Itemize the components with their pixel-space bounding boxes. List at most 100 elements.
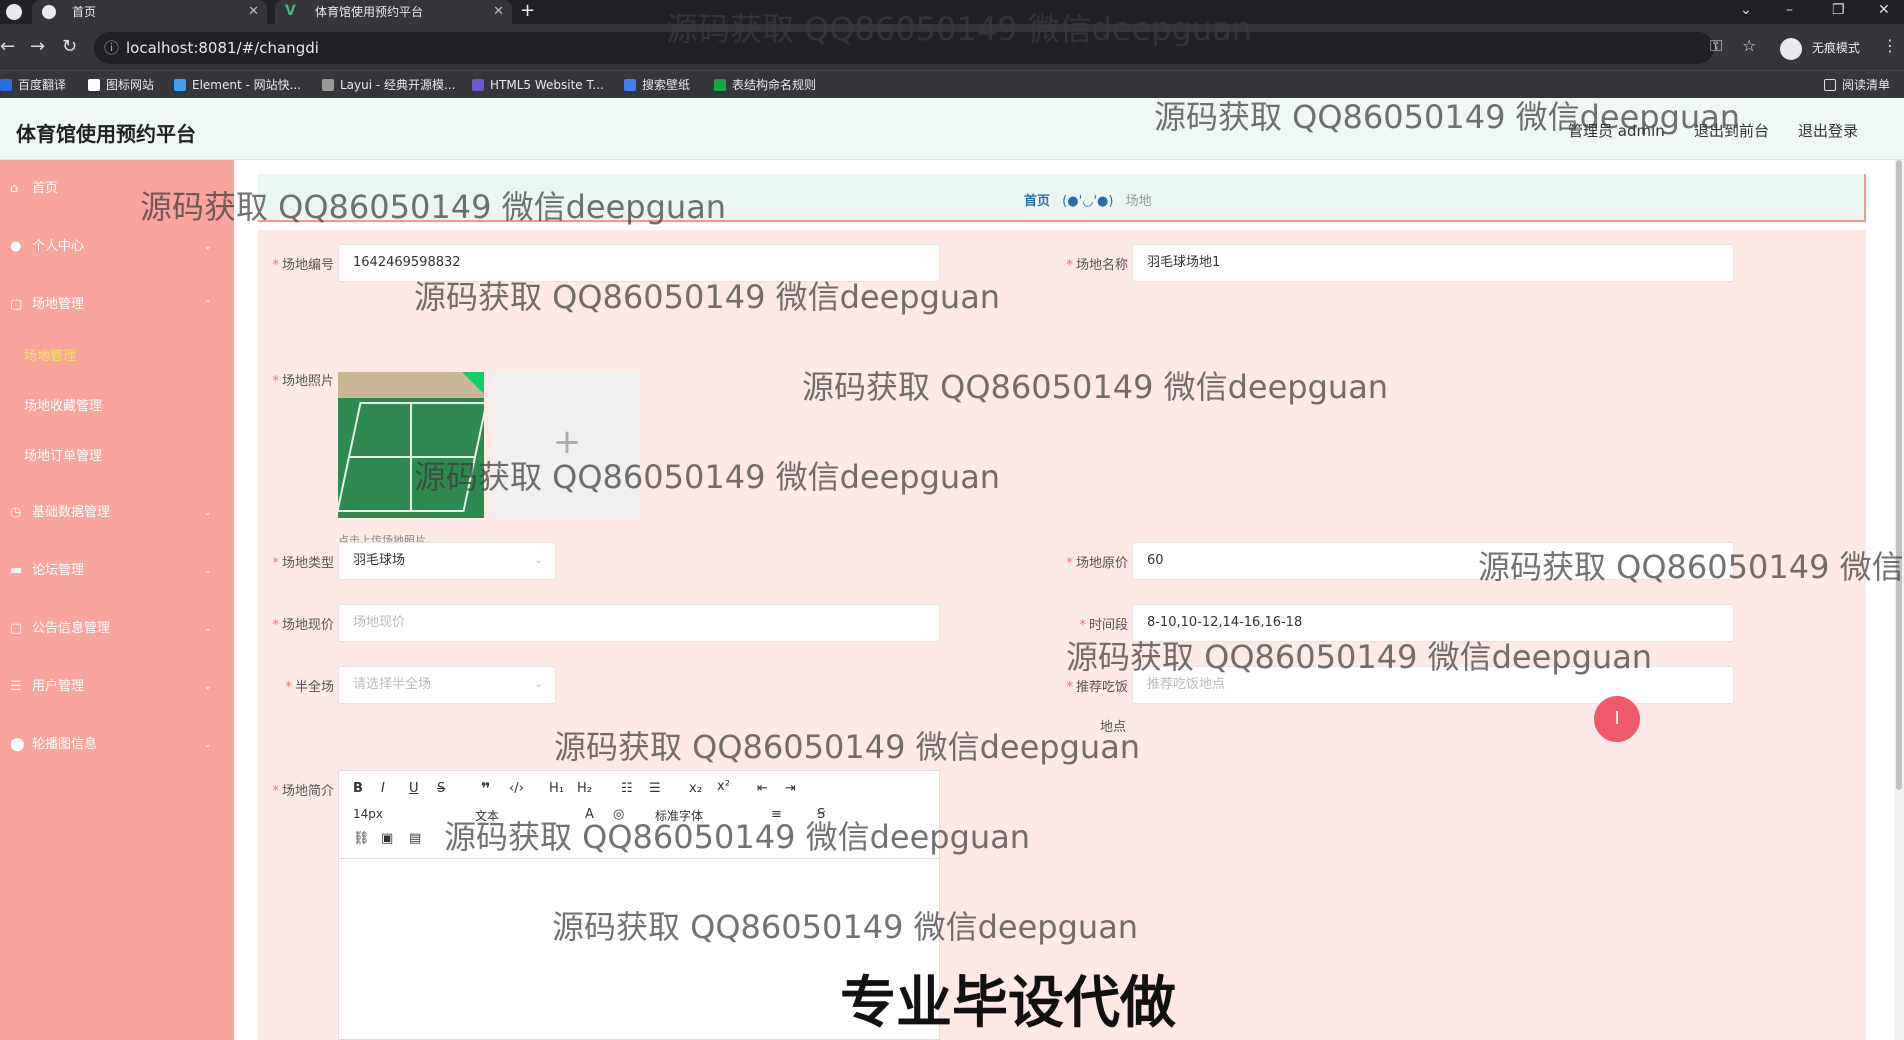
- star-icon[interactable]: ☆: [1742, 36, 1756, 55]
- sidebar-item-forum[interactable]: ▬ 论坛管理 ⌄: [0, 542, 234, 600]
- sidebar-item-carousel[interactable]: ⬤ 轮播图信息 ⌄: [0, 716, 234, 774]
- forward-icon[interactable]: →: [30, 36, 45, 57]
- name-input[interactable]: 羽毛球场地1: [1132, 244, 1734, 282]
- scrollbar-thumb[interactable]: [1896, 160, 1902, 790]
- half-select[interactable]: 请选择半全场 ⌄: [338, 666, 556, 704]
- bookmark-baidu-translate[interactable]: 百度翻译: [0, 71, 66, 99]
- close-icon[interactable]: ✕: [248, 0, 259, 24]
- sidebar-item-venue[interactable]: ▢ 场地管理 ⌃: [0, 276, 234, 334]
- restore-icon[interactable]: ❐: [1832, 0, 1845, 20]
- strike-icon[interactable]: S: [437, 781, 445, 796]
- page-scrollbar[interactable]: [1894, 160, 1904, 1040]
- paragraph-select[interactable]: 文本: [475, 807, 499, 824]
- sidebar-item-users[interactable]: ☰ 用户管理 ⌄: [0, 658, 234, 716]
- reload-icon[interactable]: ↻: [62, 36, 77, 57]
- quote-icon[interactable]: ❞: [481, 779, 490, 798]
- breadcrumb-home[interactable]: 首页: [1024, 194, 1050, 209]
- name-label-text: 场地名称: [1075, 258, 1128, 273]
- font-size-select[interactable]: 14px: [353, 807, 383, 821]
- new-tab-icon[interactable]: +: [520, 0, 535, 22]
- cur-price-input[interactable]: 场地现价: [338, 604, 940, 642]
- tab-home[interactable]: 首页 ✕: [32, 0, 267, 24]
- bookmark-label: 图标网站: [106, 78, 155, 92]
- subscript-icon[interactable]: x₂: [689, 781, 702, 796]
- outdent-icon[interactable]: ⇤: [757, 781, 768, 796]
- ordered-list-icon[interactable]: ☷: [621, 781, 633, 796]
- element-icon: [174, 79, 186, 91]
- italic-icon[interactable]: I: [381, 781, 385, 796]
- sidebar-item-home[interactable]: ⌂ 首页: [0, 160, 234, 218]
- venue-photo[interactable]: [338, 372, 484, 518]
- more-menu-icon[interactable]: ⋮: [1882, 36, 1898, 55]
- key-icon[interactable]: ⚿: [1710, 36, 1722, 56]
- orig-price-input[interactable]: 60: [1132, 542, 1734, 580]
- bookmark-table-naming[interactable]: 表结构命名规则: [714, 71, 816, 99]
- reading-list-label: 阅读清单: [1842, 78, 1891, 92]
- align-icon[interactable]: ≡: [771, 807, 782, 822]
- superscript-icon[interactable]: x²: [717, 779, 730, 794]
- tab-search-icon[interactable]: ⌄: [1740, 0, 1752, 20]
- clock-icon: ◷: [10, 505, 22, 520]
- back-icon[interactable]: ←: [0, 36, 15, 57]
- food-input[interactable]: 推荐吃饭地点: [1132, 666, 1734, 704]
- front-link[interactable]: 退出到前台: [1694, 120, 1769, 141]
- submenu-venue-favorites[interactable]: 场地收藏管理: [0, 382, 234, 432]
- bookmark-label: Element - 网站快...: [192, 78, 302, 92]
- chevron-down-icon: ⌄: [203, 565, 212, 576]
- bookmark-html5[interactable]: HTML5 Website T...: [472, 71, 604, 99]
- heading2-icon[interactable]: H₂: [577, 781, 592, 796]
- url-text: localhost:8081/#/changdi: [126, 39, 319, 57]
- highlight-icon[interactable]: ◎: [613, 807, 624, 822]
- bookmark-label: 百度翻译: [18, 78, 67, 92]
- tab-app[interactable]: V 体育馆使用预约平台 ✕: [275, 0, 512, 24]
- underline-icon[interactable]: U: [409, 781, 419, 796]
- code-value: 1642469598832: [353, 255, 461, 270]
- code-input[interactable]: 1642469598832: [338, 244, 940, 282]
- bold-icon[interactable]: B: [353, 781, 363, 796]
- site-info-icon[interactable]: ⓘ: [104, 32, 119, 64]
- timeslot-value: 8-10,10-12,14-16,16-18: [1147, 615, 1303, 630]
- timeslot-input[interactable]: 8-10,10-12,14-16,16-18: [1132, 604, 1734, 642]
- sidebar-item-basic-data[interactable]: ◷ 基础数据管理 ⌄: [0, 484, 234, 542]
- half-placeholder: 请选择半全场: [353, 677, 432, 692]
- venue-form: * 场地编号 1642469598832 * 场地名称 羽毛球场地1 * 场地照片 +…: [258, 230, 1866, 1040]
- url-input[interactable]: ⓘ localhost:8081/#/changdi: [94, 32, 1714, 64]
- submenu-venue-orders[interactable]: 场地订单管理: [0, 432, 234, 482]
- bookmark-wallpaper[interactable]: 搜索壁纸: [624, 71, 690, 99]
- code-block-icon[interactable]: ‹/›: [509, 781, 524, 796]
- bullet-list-icon[interactable]: ☰: [649, 781, 661, 796]
- home-icon: ⌂: [10, 181, 19, 196]
- image-icon[interactable]: ▣: [381, 831, 393, 846]
- indent-icon[interactable]: ⇥: [785, 781, 796, 796]
- sidebar-item-label: 基础数据管理: [32, 505, 111, 520]
- type-select[interactable]: 羽毛球场 ⌄: [338, 542, 556, 580]
- video-icon[interactable]: ▤: [409, 831, 421, 846]
- submenu-venue-manage[interactable]: 场地管理: [0, 332, 234, 382]
- minimize-icon[interactable]: –: [1786, 0, 1793, 20]
- incognito-indicator[interactable]: 无痕模式: [1780, 32, 1860, 64]
- sidebar-item-profile[interactable]: ● 个人中心 ⌄: [0, 218, 234, 276]
- reading-list[interactable]: 阅读清单: [1824, 71, 1890, 99]
- logout-link[interactable]: 退出登录: [1798, 120, 1858, 141]
- close-window-icon[interactable]: ✕: [1878, 0, 1890, 20]
- breadcrumb: 首页 (●'◡'●) 场地: [1024, 190, 1152, 209]
- upload-button[interactable]: +: [494, 372, 640, 518]
- sidebar-item-label: 首页: [32, 181, 59, 196]
- bookmark-label: 表结构命名规则: [732, 78, 817, 92]
- browser-menu-icon[interactable]: [6, 4, 22, 20]
- bookmark-element[interactable]: Element - 网站快...: [174, 71, 301, 99]
- font-family-select[interactable]: 标准字体: [655, 807, 703, 824]
- bookmark-layui[interactable]: Layui - 经典开源模...: [322, 71, 455, 99]
- code-label: * 场地编号: [272, 258, 334, 273]
- clear-format-icon[interactable]: Ꞩ: [817, 807, 825, 822]
- bookmark-icon-site[interactable]: 图标网站: [88, 71, 154, 99]
- font-color-icon[interactable]: A: [585, 807, 594, 822]
- close-icon[interactable]: ✕: [493, 0, 504, 24]
- translate-icon: [0, 79, 12, 91]
- heading1-icon[interactable]: H₁: [549, 781, 564, 796]
- type-label: * 场地类型: [272, 556, 334, 571]
- name-label: * 场地名称: [1066, 258, 1128, 273]
- sidebar-item-notice[interactable]: ▢ 公告信息管理 ⌄: [0, 600, 234, 658]
- orig-price-label-text: 场地原价: [1075, 556, 1128, 571]
- link-icon[interactable]: ⛓: [353, 831, 370, 846]
